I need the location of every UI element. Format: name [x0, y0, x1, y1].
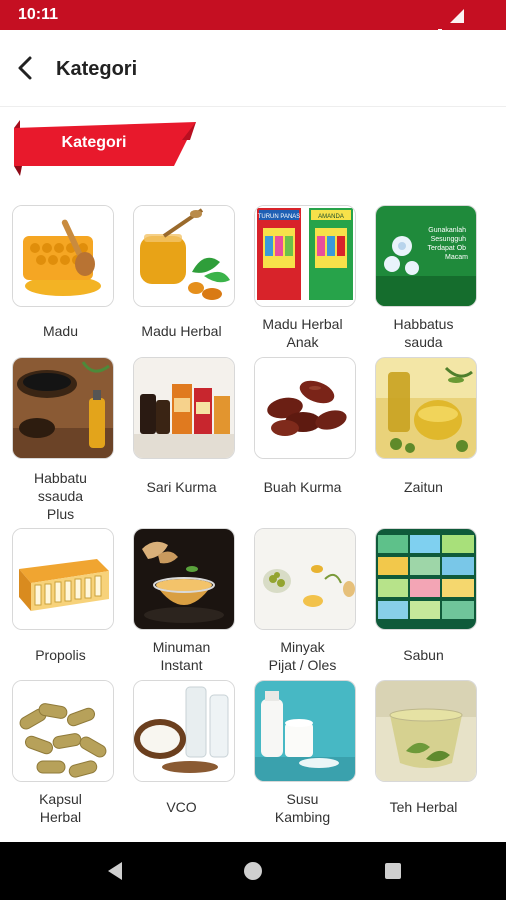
section-title: Kategori	[61, 134, 127, 151]
honey-jar-icon	[134, 206, 234, 306]
category-label: Sabun	[403, 647, 444, 663]
thumb-capsules	[12, 680, 114, 782]
thumb-massage-oil	[254, 528, 356, 630]
back-arrow-icon	[18, 56, 32, 80]
category-label: Sari Kurma	[146, 479, 217, 495]
nav-recents-icon	[385, 863, 401, 879]
category-label: Habbatu ssauda Plus	[34, 470, 87, 522]
category-label: Minyak Pijat / Oles	[268, 639, 337, 673]
thumb-nigella: Gunakanlah Sesungguh Terdapat Ob Macam	[375, 205, 477, 307]
page-title: Kategori	[56, 58, 138, 80]
thumb-honeycomb	[12, 205, 114, 307]
thumb-soap	[375, 528, 477, 630]
back-button[interactable]	[10, 52, 42, 84]
kids-honey-boxes-icon: TURUN PANAS AMANDA	[255, 206, 355, 306]
thumb-herbal-tea	[375, 680, 477, 782]
thumb-honey-jar	[133, 205, 235, 307]
thumb-sari-kurma	[133, 357, 235, 459]
category-label: Madu Herbal Anak	[262, 316, 343, 350]
nav-back-icon	[108, 862, 122, 880]
category-label: Madu	[42, 323, 79, 339]
category-label: Minuman Instant	[152, 639, 211, 673]
category-label: Kapsul Herbal	[39, 791, 82, 825]
category-label: Zaitun	[404, 479, 443, 495]
thumb-black-seeds	[12, 357, 114, 459]
herbal-tea-icon	[376, 681, 476, 781]
dates-icon	[255, 358, 355, 458]
massage-oil-icon	[255, 529, 355, 629]
category-label: Propolis	[35, 647, 86, 663]
thumb-ginger-tea	[133, 528, 235, 630]
black-seeds-icon	[13, 358, 113, 458]
nav-home-icon	[244, 862, 262, 880]
nav-back-button[interactable]	[102, 858, 128, 884]
signal-icon	[449, 9, 464, 23]
olive-oil-icon	[376, 358, 476, 458]
category-label: Madu Herbal	[141, 323, 222, 339]
soap-bars-icon	[376, 529, 476, 629]
ginger-tea-icon	[134, 529, 234, 629]
thumb-kids-honey: TURUN PANAS AMANDA	[254, 205, 356, 307]
honeycomb-icon	[13, 206, 113, 306]
status-time: 10:11	[18, 6, 59, 23]
thumb-dates	[254, 357, 356, 459]
thumb-propolis	[12, 528, 114, 630]
section-banner: Kategori	[14, 120, 200, 180]
status-bar: 10:11	[0, 0, 506, 44]
date-extract-bottles-icon	[134, 358, 234, 458]
thumb-vco	[133, 680, 235, 782]
thumb-goat-milk	[254, 680, 356, 782]
system-nav-bar	[0, 842, 506, 900]
category-label: VCO	[166, 799, 197, 815]
nav-recents-button[interactable]	[380, 858, 406, 884]
nav-home-button[interactable]	[240, 858, 266, 884]
capsules-icon	[13, 681, 113, 781]
app-bar: Kategori	[0, 30, 506, 107]
category-label: Teh Herbal	[389, 799, 458, 815]
category-label: Habbatus sauda	[393, 316, 454, 350]
propolis-box-icon	[13, 529, 113, 629]
thumb-olive	[375, 357, 477, 459]
nigella-flowers-icon: Gunakanlah Sesungguh Terdapat Ob Macam	[376, 206, 476, 306]
kids-box-brand-text: AMANDA	[318, 214, 344, 220]
kids-box-top-text: TURUN PANAS	[258, 214, 301, 220]
goat-milk-icon	[255, 681, 355, 781]
coconut-oil-icon	[134, 681, 234, 781]
category-label: Susu Kambing	[274, 791, 331, 825]
category-label: Buah Kurma	[263, 479, 342, 495]
